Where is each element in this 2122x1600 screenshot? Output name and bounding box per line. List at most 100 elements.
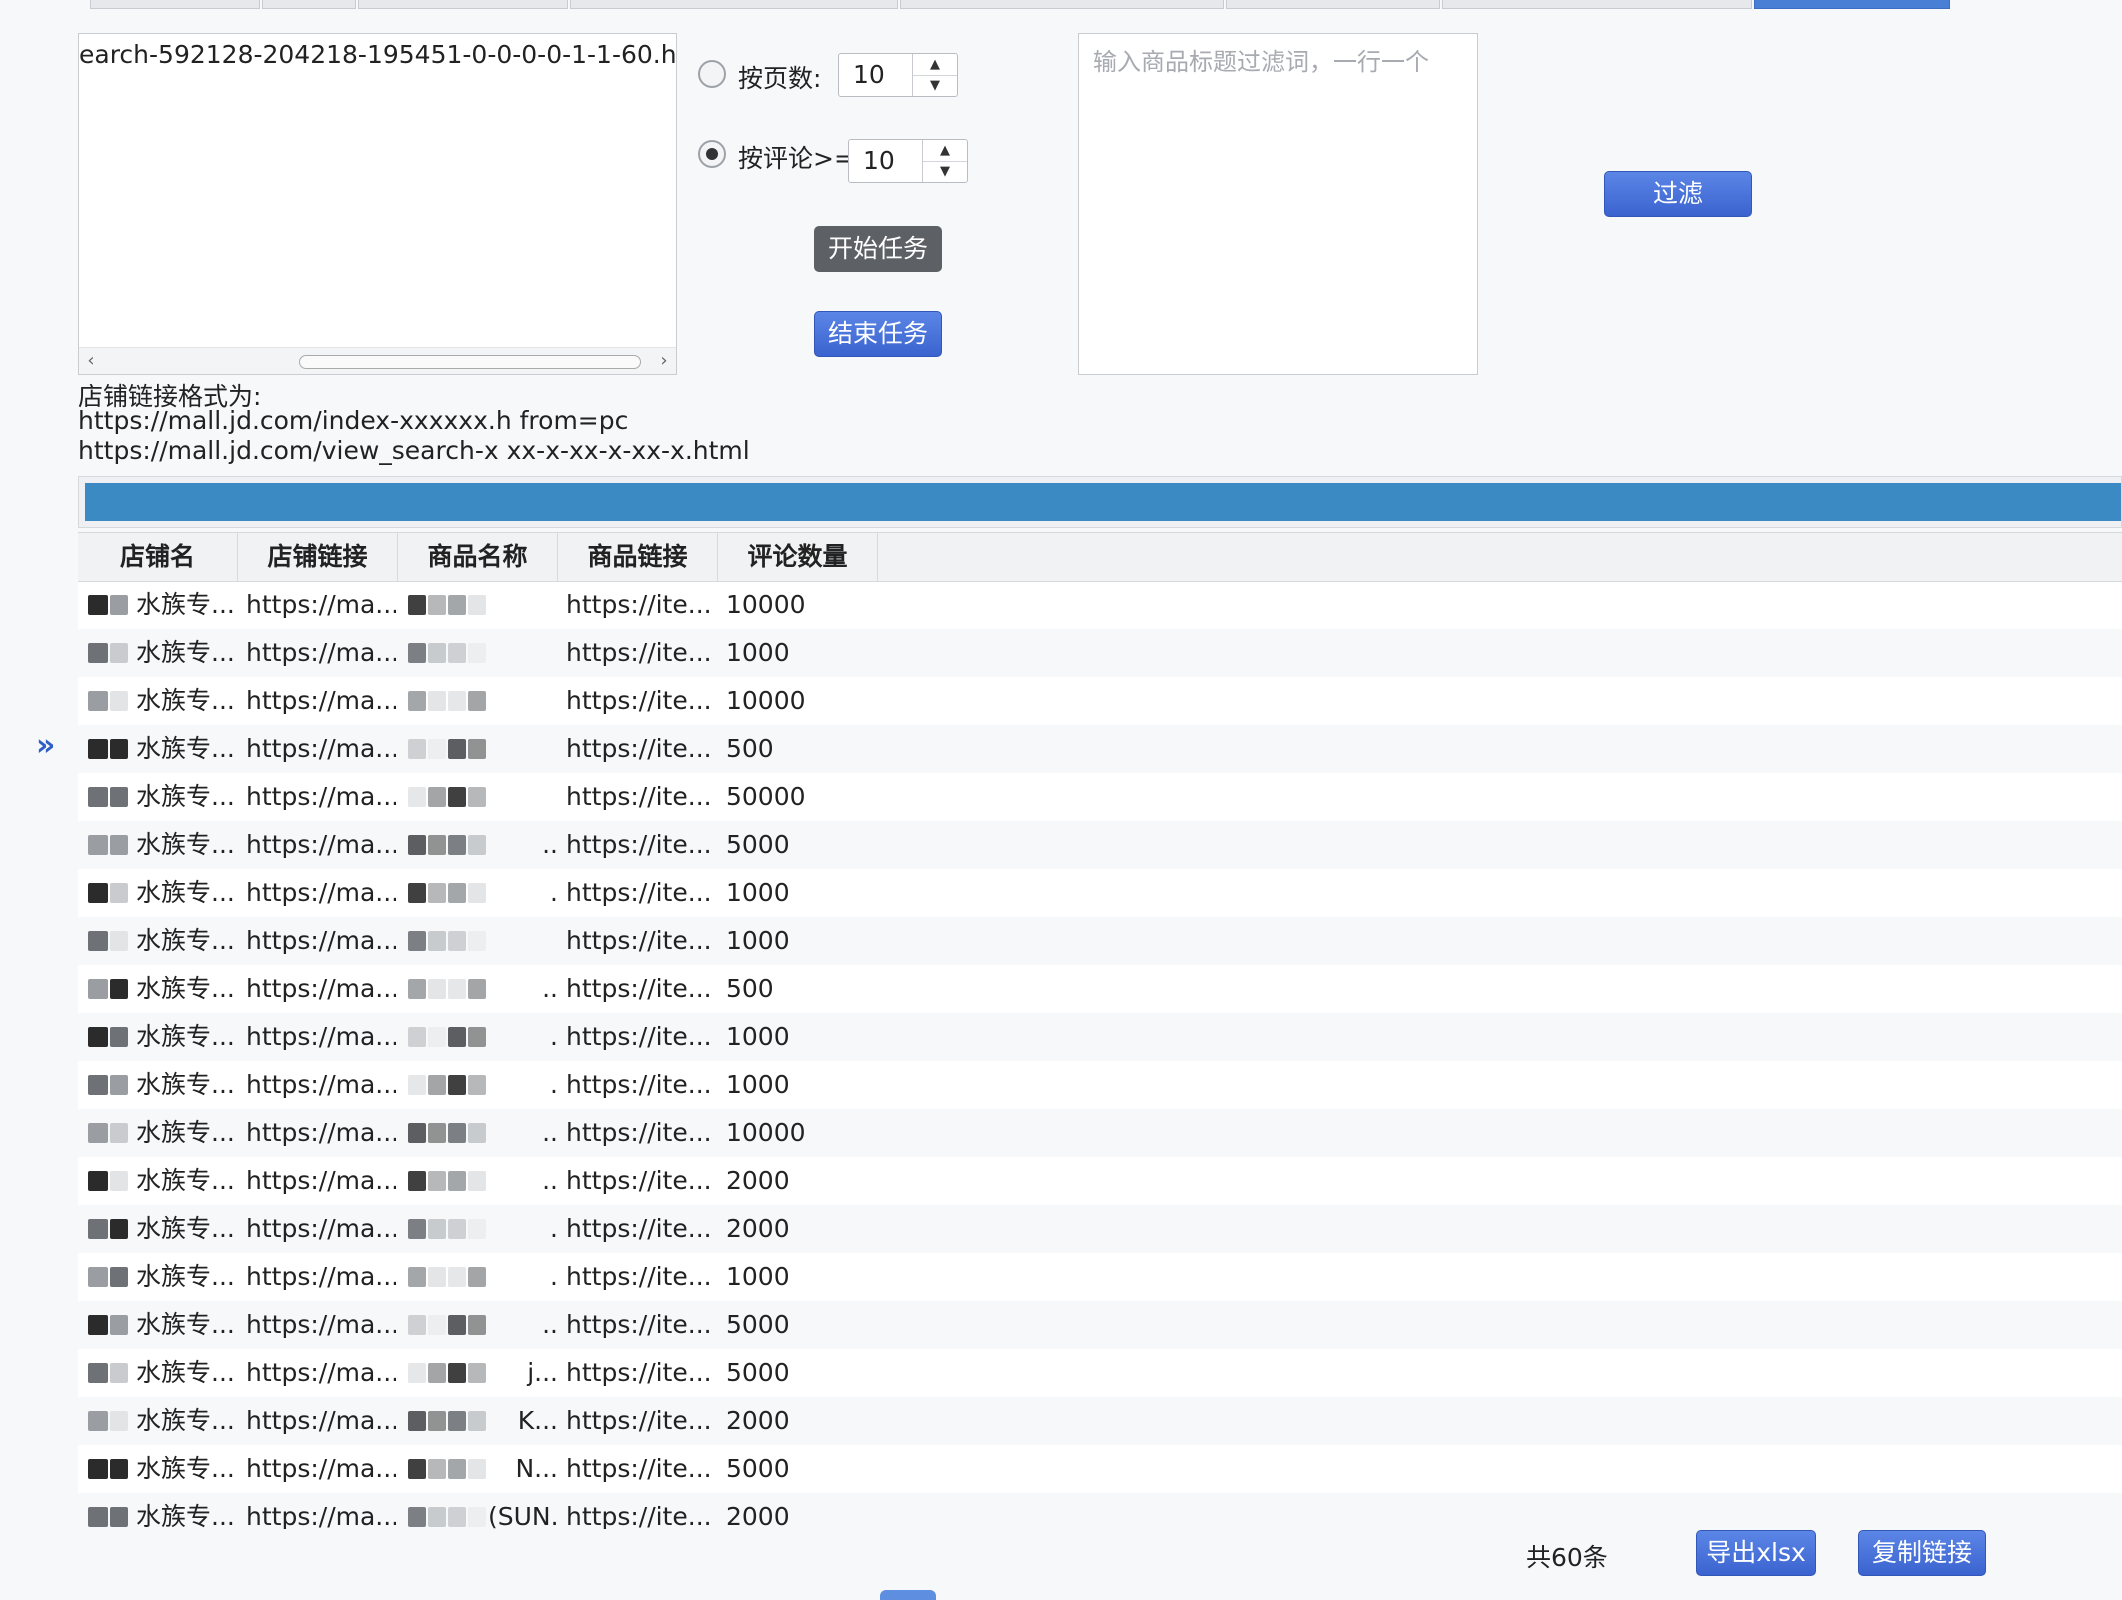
cell-product-link[interactable]: https://ite... [566,1349,716,1397]
table-row[interactable]: 水族专... https://ma..... https://ite... 500 [78,965,2122,1013]
double-chevron-right-icon[interactable]: » [36,728,55,763]
table-row[interactable]: 水族专... https://ma.... https://ite... 1000 [78,869,2122,917]
tab-1[interactable] [90,0,260,9]
cell-shop-link[interactable]: https://ma... [246,677,396,725]
column-header[interactable]: 商品名称 [398,533,558,581]
url-textarea[interactable]: earch-592128-204218-195451-0-0-0-0-1-1-6… [78,33,677,375]
table-row[interactable]: 水族专... https://ma..... https://ite... 10000 [78,1109,2122,1157]
cell-shop-link[interactable]: https://ma... [246,1109,396,1157]
cell-product-link[interactable]: https://ite... [566,1061,716,1109]
spinner-down-icon[interactable]: ▼ [923,161,967,182]
table-row[interactable]: 水族专... https://ma..... https://ite... 5000 [78,821,2122,869]
radio-by-pages[interactable] [698,60,726,88]
start-task-button[interactable]: 开始任务 [814,226,942,272]
table-row[interactable]: 水族专... https://ma... K... https://ite... 200… [78,1397,2122,1445]
cell-shop-link[interactable]: https://ma... [246,1253,396,1301]
cell-shop-link[interactable]: https://ma... [246,1349,396,1397]
redacted-block [110,1315,128,1335]
column-header[interactable]: 店铺名 [78,533,238,581]
cell-shop-link[interactable]: https://ma... [246,1397,396,1445]
redacted-block [468,787,486,807]
table-row[interactable]: 水族专... https://ma.... https://ite... 1000 [78,1253,2122,1301]
tab-2[interactable] [262,0,356,9]
table-row[interactable]: 水族专... https://ma... https://ite... 50000 [78,773,2122,821]
cell-shop-link[interactable]: https://ma... [246,1445,396,1493]
cell-shop-link[interactable]: https://ma... [246,917,396,965]
scroll-left-icon[interactable]: ‹ [79,348,103,374]
export-xlsx-button[interactable]: 导出xlsx [1696,1530,1816,1576]
horizontal-scrollbar[interactable]: ‹ › [79,347,676,374]
cell-shop-link[interactable]: https://ma... [246,725,396,773]
cell-shop-link[interactable]: https://ma... [246,965,396,1013]
cell-shop-link[interactable]: https://ma... [246,869,396,917]
column-header[interactable]: 评论数量 [718,533,878,581]
table-row[interactable]: 水族专... https://ma... https://ite... 1000 [78,629,2122,677]
table-row[interactable]: 水族专... https://ma..... https://ite... 2000 [78,1157,2122,1205]
cell-shop-link[interactable]: https://ma... [246,1205,396,1253]
table-row[interactable]: 水族专... https://ma... https://ite... 10000 [78,677,2122,725]
cell-product-link[interactable]: https://ite... [566,821,716,869]
table-row[interactable]: 水族专... https://ma... (SUN... https://ite...… [78,1493,2122,1529]
cell-product-link[interactable]: https://ite... [566,581,716,629]
bottom-handle[interactable] [880,1590,936,1600]
tab-active[interactable] [1754,0,1950,9]
cell-product-link[interactable]: https://ite... [566,1013,716,1061]
cell-shop-link[interactable]: https://ma... [246,1493,396,1529]
scrollbar-thumb[interactable] [299,355,641,369]
tab-7[interactable] [1442,0,1752,9]
filter-button[interactable]: 过滤 [1604,171,1752,217]
redacted-block [408,1267,426,1287]
radio-by-comments[interactable] [698,140,726,168]
tab-3[interactable] [358,0,568,9]
cell-shop-link[interactable]: https://ma... [246,1301,396,1349]
spinner-down-icon[interactable]: ▼ [913,75,957,96]
tab-6[interactable] [1226,0,1440,9]
table-row[interactable]: 水族专... https://ma... N... https://ite... 500… [78,1445,2122,1493]
comments-spinner[interactable]: 10 ▲ ▼ [848,139,968,183]
redacted-block [448,1363,466,1383]
cell-shop-link[interactable]: https://ma... [246,1157,396,1205]
cell-product-link[interactable]: https://ite... [566,1205,716,1253]
cell-product-link[interactable]: https://ite... [566,1109,716,1157]
table-row[interactable]: 水族专... https://ma... https://ite... 10000 [78,581,2122,629]
cell-product-link[interactable]: https://ite... [566,1445,716,1493]
cell-shop-link[interactable]: https://ma... [246,1061,396,1109]
table-row[interactable]: 水族专... https://ma... j... https://ite... 500… [78,1349,2122,1397]
cell-product-link[interactable]: https://ite... [566,1253,716,1301]
cell-shop-link[interactable]: https://ma... [246,629,396,677]
table-row[interactable]: 水族专... https://ma... https://ite... 1000 [78,917,2122,965]
cell-product-link[interactable]: https://ite... [566,677,716,725]
scroll-right-icon[interactable]: › [652,348,676,374]
table-row[interactable]: 水族专... https://ma... https://ite... 500 [78,725,2122,773]
spinner-up-icon[interactable]: ▲ [923,140,967,162]
cell-shop-link[interactable]: https://ma... [246,1013,396,1061]
table-row[interactable]: 水族专... https://ma.... https://ite... 1000 [78,1061,2122,1109]
cell-shop-link[interactable]: https://ma... [246,773,396,821]
cell-product-link[interactable]: https://ite... [566,1157,716,1205]
cell-product-link[interactable]: https://ite... [566,917,716,965]
filter-textarea[interactable]: 输入商品标题过滤词，一行一个 [1078,33,1478,375]
redacted-block [88,1075,108,1095]
cell-product-link[interactable]: https://ite... [566,773,716,821]
spinner-up-icon[interactable]: ▲ [913,54,957,76]
cell-product-link[interactable]: https://ite... [566,869,716,917]
cell-product-link[interactable]: https://ite... [566,1397,716,1445]
stop-task-button[interactable]: 结束任务 [814,311,942,357]
table-row[interactable]: 水族专... https://ma.... https://ite... 1000 [78,1013,2122,1061]
table-row[interactable]: 水族专... https://ma.... https://ite... 2000 [78,1205,2122,1253]
pages-spinner[interactable]: 10 ▲ ▼ [838,53,958,97]
copy-links-button[interactable]: 复制链接 [1858,1530,1986,1576]
redacted-block [428,787,446,807]
cell-product-link[interactable]: https://ite... [566,1301,716,1349]
cell-shop-link[interactable]: https://ma... [246,821,396,869]
table-row[interactable]: 水族专... https://ma..... https://ite... 5000 [78,1301,2122,1349]
cell-product-link[interactable]: https://ite... [566,629,716,677]
cell-product-link[interactable]: https://ite... [566,965,716,1013]
tab-5[interactable] [900,0,1224,9]
cell-shop-link[interactable]: https://ma... [246,581,396,629]
cell-product-link[interactable]: https://ite... [566,1493,716,1529]
column-header[interactable]: 商品链接 [558,533,718,581]
column-header[interactable]: 店铺链接 [238,533,398,581]
tab-4[interactable] [570,0,898,9]
cell-product-link[interactable]: https://ite... [566,725,716,773]
